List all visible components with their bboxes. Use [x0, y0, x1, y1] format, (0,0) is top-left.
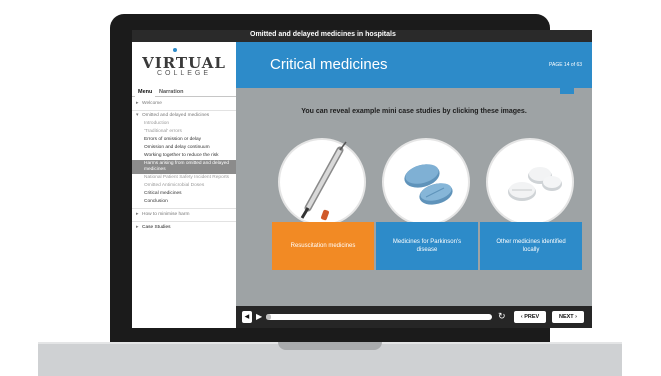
menu-item-case-studies[interactable]: ▸ Case Studies — [132, 222, 236, 232]
menu-item-minimise-harm[interactable]: ▸ How to minimise harm — [132, 208, 236, 222]
tab-narration[interactable]: Narration — [156, 88, 186, 97]
menu-item-harms-arising[interactable]: Harms arising from omitted and delayed m… — [132, 160, 236, 174]
menu-item-label: Omitted and delayed medicines — [142, 113, 210, 118]
header-tab-marker — [560, 88, 574, 94]
prev-button[interactable]: ‹ PREV — [514, 311, 546, 323]
lesson-content: Critical medicines PAGE 14 of 63 You can… — [236, 42, 592, 328]
menu-item-errors-omission[interactable]: Errors of omission or delay — [132, 136, 236, 144]
menu-item-label: How to minimise harm — [142, 212, 190, 217]
menu-item-critical-medicines[interactable]: Critical medicines — [132, 190, 236, 198]
pills-icon[interactable] — [486, 138, 574, 226]
card-label[interactable]: Resuscitation medicines — [272, 222, 374, 270]
audio-toggle-button[interactable]: ◀ — [242, 311, 252, 323]
logo-dot — [173, 48, 177, 52]
laptop-notch — [278, 342, 382, 350]
lesson-header: Critical medicines PAGE 14 of 63 — [236, 42, 592, 88]
sidebar: VIRTUAL COLLEGE Menu Narration ▸ Welcome … — [132, 42, 236, 328]
menu-item-label: Case Studies — [142, 225, 171, 230]
card-label[interactable]: Other medicines identified locally — [480, 222, 582, 270]
menu-item-antimicrobial[interactable]: Omitted Antimicrobial Doses — [132, 182, 236, 190]
menu-item-welcome[interactable]: ▸ Welcome — [132, 99, 236, 111]
medicine-cards: Resuscitation medicines Medicines for Pa… — [236, 138, 592, 288]
menu-item-label: Welcome — [142, 101, 162, 106]
menu-item-omitted-delayed[interactable]: ▾ Omitted and delayed medicines — [132, 111, 236, 120]
menu-item-conclusion[interactable]: Conclusion — [132, 198, 236, 206]
progress-fill — [266, 314, 271, 320]
instruction-text: You can reveal example mini case studies… — [301, 108, 527, 115]
card-other-medicines[interactable]: Other medicines identified locally — [480, 138, 584, 288]
card-resuscitation[interactable]: Resuscitation medicines — [272, 138, 376, 288]
laptop-screen: Omitted and delayed medicines in hospita… — [132, 30, 592, 328]
menu-item-npsi-reports[interactable]: National Patient Safety Incident Reports — [132, 174, 236, 182]
replay-icon[interactable]: ↻ — [498, 311, 506, 322]
tablets-icon[interactable] — [382, 138, 470, 226]
player-controls: ◀ ▶ ↻ ‹ PREV NEXT › — [236, 306, 592, 328]
page-counter: PAGE 14 of 63 — [549, 62, 582, 68]
virtual-college-logo: VIRTUAL COLLEGE — [132, 42, 236, 84]
sidebar-tabs: Menu Narration — [132, 88, 236, 97]
card-label[interactable]: Medicines for Parkinson's disease — [376, 222, 478, 270]
play-icon[interactable]: ▶ — [256, 312, 262, 321]
card-parkinsons[interactable]: Medicines for Parkinson's disease — [376, 138, 480, 288]
menu-item-introduction[interactable]: Introduction — [132, 120, 236, 128]
tab-menu[interactable]: Menu — [135, 88, 156, 97]
title-bar: Omitted and delayed medicines in hospita… — [132, 30, 592, 42]
menu-item-omission-continuum[interactable]: Omission and delay continuum — [132, 144, 236, 152]
window-title: Omitted and delayed medicines in hospita… — [250, 31, 396, 38]
progress-bar[interactable] — [266, 314, 492, 320]
syringe-icon[interactable] — [278, 138, 366, 226]
menu-item-traditional-errors[interactable]: 'Traditional' errors — [132, 128, 236, 136]
menu-item-working-together[interactable]: Working together to reduce the risk — [132, 152, 236, 160]
next-button[interactable]: NEXT › — [552, 311, 584, 323]
page-title: Critical medicines — [270, 56, 388, 73]
logo-subname: COLLEGE — [156, 70, 212, 77]
course-menu: ▸ Welcome ▾ Omitted and delayed medicines … — [132, 99, 236, 232]
